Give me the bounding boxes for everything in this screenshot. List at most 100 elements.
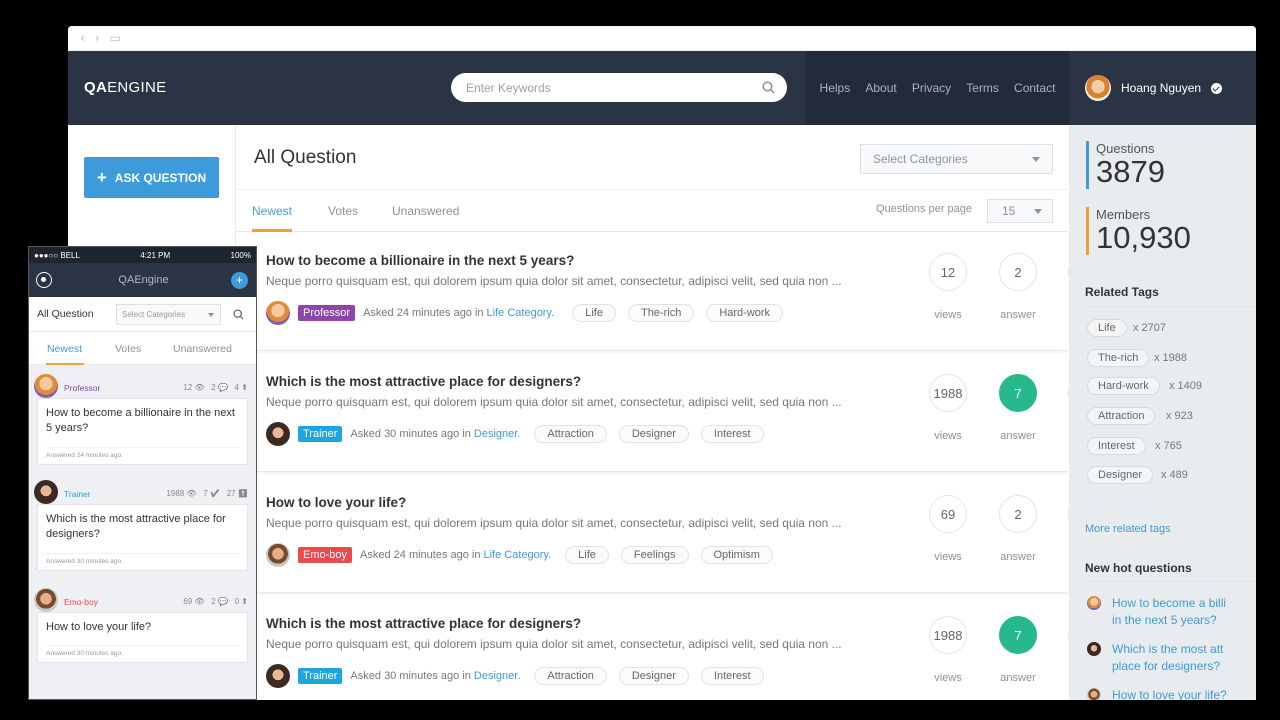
hot-question-link[interactable]: Which is the most att place for designer…: [1112, 641, 1227, 675]
card-title[interactable]: How to become a billionaire in the next …: [46, 406, 240, 437]
tag[interactable]: Hard-work: [706, 304, 784, 322]
tag[interactable]: Designer: [618, 425, 689, 443]
tab-unanswered[interactable]: Unanswered: [173, 343, 232, 355]
forward-arrow-icon[interactable]: ›: [95, 31, 100, 45]
answers-stat: 7 answer: [998, 374, 1038, 442]
site-logo[interactable]: QAENGINE: [84, 79, 166, 96]
search-icon[interactable]: [233, 309, 244, 320]
question-row[interactable]: How to love your life? Neque porro quisq…: [236, 474, 1106, 593]
search-icon[interactable]: [762, 81, 775, 94]
question-title[interactable]: Which is the most attractive place for d…: [266, 616, 581, 631]
tag[interactable]: Interest: [700, 425, 764, 443]
related-tag[interactable]: Life: [1087, 319, 1127, 337]
mobile-question-card[interactable]: Emo-boy 69 👁 2 💬 0 ⬆ How to love your li…: [34, 588, 248, 664]
tab-unanswered[interactable]: Unanswered: [392, 204, 459, 218]
top-navigation: QAENGINE Helps About Privacy Terms Conta…: [68, 51, 1256, 125]
tab-votes[interactable]: Votes: [115, 343, 141, 355]
user-avatar: [1085, 75, 1111, 101]
category-link[interactable]: Designer.: [474, 670, 520, 682]
nav-contact[interactable]: Contact: [1014, 81, 1055, 95]
author-avatar[interactable]: [266, 543, 290, 567]
question-row[interactable]: Which is the most attractive place for d…: [236, 595, 1106, 700]
tab-votes[interactable]: Votes: [328, 204, 358, 218]
active-tab-indicator: [46, 363, 84, 365]
author-avatar: [1087, 642, 1101, 656]
related-tag[interactable]: Designer: [1087, 466, 1154, 484]
user-menu[interactable]: Hoang Nguyen: [1069, 51, 1256, 125]
tag-count: x 489: [1161, 469, 1188, 481]
category-select[interactable]: Select Categories: [860, 144, 1053, 174]
related-tag[interactable]: Attraction: [1087, 407, 1156, 425]
ask-question-button[interactable]: + ASK QUESTION: [84, 157, 219, 198]
back-arrow-icon[interactable]: ‹: [80, 31, 85, 45]
nav-about[interactable]: About: [865, 81, 896, 95]
hot-question-link[interactable]: How to become a billi in the next 5 year…: [1112, 595, 1227, 629]
hot-question-link[interactable]: How to love your life?: [1112, 687, 1227, 700]
members-count: Members 10,930: [1086, 207, 1191, 255]
card-title[interactable]: Which is the most attractive place for d…: [46, 512, 240, 543]
question-row[interactable]: Which is the most attractive place for d…: [236, 353, 1106, 472]
asked-text: Asked 30 minutes ago in: [350, 670, 471, 682]
question-excerpt: Neque porro quisquam est, qui dolorem ip…: [266, 516, 842, 530]
nav-privacy[interactable]: Privacy: [912, 81, 951, 95]
question-meta: Professor Asked 24 minutes ago in Life C…: [266, 301, 784, 325]
related-tag[interactable]: Hard-work: [1087, 377, 1160, 395]
search-input[interactable]: [451, 73, 741, 102]
ask-question-label: ASK QUESTION: [114, 170, 207, 185]
question-title[interactable]: How to love your life?: [266, 495, 406, 510]
category-link[interactable]: Designer.: [474, 428, 520, 440]
question-title[interactable]: Which is the most attractive place for d…: [266, 374, 581, 389]
author-avatar[interactable]: [266, 301, 290, 325]
question-title[interactable]: How to become a billionaire in the next …: [266, 253, 574, 268]
carrier-signal: ●●●○○ BELL: [34, 250, 80, 260]
author-avatar: [34, 588, 58, 612]
tag[interactable]: Life: [565, 546, 609, 564]
search-box: [451, 73, 787, 102]
tag[interactable]: Optimism: [700, 546, 773, 564]
verified-check-icon: [1211, 82, 1223, 94]
role-badge: Professor: [298, 305, 356, 321]
category-link[interactable]: Life Category.: [484, 549, 552, 561]
card-stats: 69 👁 2 💬 0 ⬆: [183, 597, 248, 606]
tag[interactable]: Feelings: [620, 546, 689, 564]
related-tag[interactable]: Interest: [1087, 437, 1146, 455]
views-stat: 69 views: [928, 495, 968, 563]
mobile-question-card[interactable]: Trainer 1988 👁 7 ✔ 27 ⬆ Which is the mos…: [34, 480, 248, 571]
tabs-icon[interactable]: ▭: [110, 31, 121, 45]
hot-question-item[interactable]: Which is the most att place for designer…: [1087, 641, 1227, 675]
divider: [1085, 581, 1256, 582]
question-row[interactable]: How to become a billionaire in the next …: [236, 232, 1106, 351]
mobile-category-select[interactable]: Select Categories: [116, 304, 221, 325]
tab-newest[interactable]: Newest: [252, 204, 292, 218]
role-label: Emo-boy: [64, 597, 99, 607]
hot-question-item[interactable]: How to become a billi in the next 5 year…: [1087, 595, 1227, 629]
per-page-select[interactable]: 15: [987, 199, 1053, 223]
hot-question-item[interactable]: How to love your life?: [1087, 687, 1227, 700]
mobile-app-title: QAEngine: [118, 274, 169, 286]
asked-text: Asked 30 minutes ago in: [350, 428, 471, 440]
mobile-question-card[interactable]: Professor 12 👁 2 💬 4 ⬆ How to become a b…: [34, 374, 248, 465]
questions-count: Questions 3879: [1086, 141, 1165, 189]
tag[interactable]: Attraction: [534, 667, 607, 685]
user-name: Hoang Nguyen: [1121, 81, 1202, 95]
tag[interactable]: Life: [572, 304, 616, 322]
nav-terms[interactable]: Terms: [966, 81, 999, 95]
more-related-tags-link[interactable]: More related tags: [1085, 523, 1171, 535]
tab-newest[interactable]: Newest: [47, 343, 82, 355]
tag[interactable]: The-rich: [627, 304, 695, 322]
card-title[interactable]: How to love your life?: [46, 620, 240, 635]
mobile-preview: ●●●○○ BELL 4:21 PM 100% QAEngine + All Q…: [28, 246, 257, 700]
tag[interactable]: Attraction: [534, 425, 607, 443]
category-link[interactable]: Life Category.: [487, 307, 555, 319]
tag[interactable]: Designer: [618, 667, 689, 685]
hot-questions-heading: New hot questions: [1085, 561, 1192, 575]
related-tag[interactable]: The-rich: [1087, 349, 1150, 367]
tag[interactable]: Interest: [700, 667, 764, 685]
author-avatar[interactable]: [266, 422, 290, 446]
chevron-down-icon: [1032, 157, 1040, 162]
question-excerpt: Neque porro quisquam est, qui dolorem ip…: [266, 637, 842, 651]
nav-helps[interactable]: Helps: [820, 81, 851, 95]
author-avatar[interactable]: [266, 664, 290, 688]
add-question-icon[interactable]: +: [231, 272, 248, 289]
views-stat: 1988 views: [928, 374, 968, 442]
